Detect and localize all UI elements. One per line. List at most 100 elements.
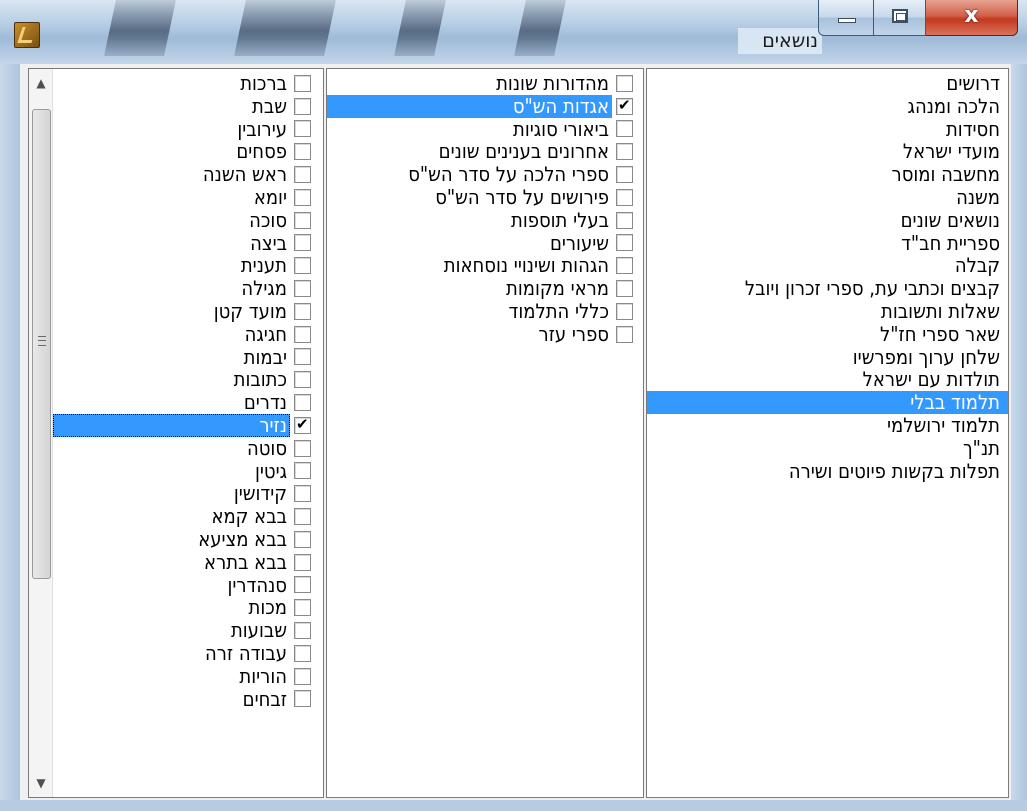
tractate-item[interactable]: עבודה זרה — [53, 642, 311, 665]
tractate-item[interactable]: ראש השנה — [53, 163, 311, 186]
checkbox[interactable] — [616, 120, 633, 138]
checkbox[interactable] — [294, 462, 311, 480]
topic-list-item[interactable]: תולדות עם ישראל — [647, 368, 1008, 391]
topic-list-item[interactable]: ספריית חב"ד — [647, 231, 1008, 255]
tractate-item[interactable]: יבמות — [53, 345, 311, 369]
tractate-item[interactable]: סוכה — [53, 208, 311, 232]
checkbox[interactable] — [294, 97, 311, 115]
tractate-item[interactable]: ביצה — [53, 231, 311, 255]
title-bar[interactable]: נושאים x — [0, 0, 1027, 64]
tractate-item[interactable]: מועד קטן — [53, 300, 311, 323]
book-app-icon[interactable] — [14, 22, 40, 48]
checkbox[interactable] — [294, 667, 311, 685]
checkbox[interactable] — [294, 120, 311, 138]
subtopic-item[interactable]: ספרי עזר — [327, 322, 633, 346]
topic-list-item[interactable]: משנה — [647, 186, 1008, 209]
topic-list-item[interactable]: שאר ספרי חז"ל — [647, 322, 1008, 346]
checkbox[interactable] — [294, 622, 311, 640]
tractate-item[interactable]: הוריות — [53, 664, 311, 688]
checkbox[interactable] — [616, 325, 633, 343]
tractate-item[interactable]: נדרים — [53, 391, 311, 414]
checkbox[interactable] — [294, 302, 311, 320]
topic-list-item[interactable]: תלמוד בבלי — [647, 391, 1008, 414]
checkbox[interactable] — [616, 211, 633, 229]
topic-list-item[interactable]: נושאים שונים — [647, 208, 1008, 232]
checkbox[interactable] — [294, 348, 311, 366]
checkbox[interactable] — [294, 439, 311, 457]
tractate-item[interactable]: פסחים — [53, 140, 311, 163]
topic-list-item[interactable]: מועדי ישראל — [647, 140, 1008, 163]
tractate-item[interactable]: גיטין — [53, 459, 311, 483]
scroll-down-arrow-icon[interactable]: ▼ — [29, 771, 53, 795]
tractate-item[interactable]: מכות — [53, 596, 311, 619]
checkbox[interactable] — [616, 188, 633, 206]
checkbox[interactable] — [294, 508, 311, 526]
tractate-item[interactable]: סוטה — [53, 436, 311, 460]
tractate-item[interactable]: כתובות — [53, 368, 311, 391]
subtopic-item[interactable]: ספרי הלכה על סדר הש"ס — [327, 163, 633, 186]
tractate-item[interactable]: חגיגה — [53, 322, 311, 346]
checkbox[interactable] — [294, 143, 311, 161]
tractate-item[interactable]: ברכות — [53, 72, 311, 95]
tractate-item[interactable]: שבת — [53, 94, 311, 118]
tractate-item[interactable]: בבא בתרא — [53, 550, 311, 574]
subtopic-item[interactable]: מראי מקומות — [327, 277, 633, 300]
subtopic-item[interactable]: בעלי תוספות — [327, 208, 633, 232]
subtopic-item[interactable]: שיעורים — [327, 231, 633, 255]
subtopic-item[interactable]: אגדות הש"ס — [327, 94, 633, 118]
subtopic-item[interactable]: אחרונים בענינים שונים — [327, 140, 633, 163]
checkbox[interactable] — [616, 166, 633, 184]
subtopic-item[interactable]: ביאורי סוגיות — [327, 117, 633, 141]
tractate-item[interactable]: יומא — [53, 186, 311, 209]
checkbox[interactable] — [294, 234, 311, 252]
subtopic-item[interactable]: כללי התלמוד — [327, 300, 633, 323]
checkbox[interactable] — [294, 394, 311, 412]
topic-list-item[interactable]: הלכה ומנהג — [647, 94, 1008, 118]
subtopic-item[interactable]: הגהות ושינויי נוסחאות — [327, 254, 633, 277]
close-button[interactable]: x — [926, 0, 1018, 36]
maximize-button[interactable] — [874, 0, 926, 36]
checkbox[interactable] — [294, 690, 311, 708]
tractate-item[interactable]: תענית — [53, 254, 311, 277]
checkbox[interactable] — [616, 280, 633, 298]
checkbox[interactable] — [294, 325, 311, 343]
topic-list-item[interactable]: שלחן ערוך ומפרשיו — [647, 345, 1008, 369]
topic-list-item[interactable]: תנ"ך — [647, 436, 1008, 460]
checkbox[interactable] — [294, 371, 311, 389]
tractate-item[interactable]: בבא קמא — [53, 505, 311, 528]
checkbox[interactable] — [294, 257, 311, 275]
tractate-item[interactable]: עירובין — [53, 117, 311, 141]
checkbox[interactable] — [294, 280, 311, 298]
subtopic-item[interactable]: מהדורות שונות — [327, 72, 633, 95]
topics-list[interactable]: דרושים הלכה ומנהג חסידות מועדי ישראל מחשבה ו… — [646, 68, 1009, 798]
checkbox[interactable] — [294, 211, 311, 229]
tractate-item[interactable]: נזיר — [53, 413, 311, 437]
subtopics-checklist[interactable]: מהדורות שונותאגדות הש"סביאורי סוגיותאחרו… — [326, 68, 644, 798]
tractate-item[interactable]: סנהדרין — [53, 573, 311, 597]
checkbox[interactable] — [294, 576, 311, 594]
topic-list-item[interactable]: שאלות ותשובות — [647, 300, 1008, 323]
checkbox[interactable] — [616, 234, 633, 252]
tractates-checklist[interactable]: ▲ ▼ ברכות שבת עירובין פסחים ראש השנה יומא סוכה… — [28, 68, 324, 798]
checkbox[interactable] — [294, 485, 311, 503]
checkbox[interactable] — [294, 553, 311, 571]
minimize-button[interactable] — [818, 0, 874, 36]
checkbox[interactable] — [294, 530, 311, 548]
checkbox[interactable] — [294, 166, 311, 184]
topic-list-item[interactable]: תפלות בקשות פיוטים ושירה — [647, 459, 1008, 483]
tractate-item[interactable]: בבא מציעא — [53, 528, 311, 551]
topic-list-item[interactable]: תלמוד ירושלמי — [647, 414, 1008, 437]
topic-list-item[interactable]: קבצים וכתבי עת, ספרי זכרון ויובל — [647, 277, 1008, 300]
tractate-item[interactable]: שבועות — [53, 619, 311, 642]
checkbox[interactable] — [616, 74, 633, 92]
topic-list-item[interactable]: חסידות — [647, 117, 1008, 141]
checkbox[interactable] — [294, 644, 311, 662]
tractate-item[interactable]: זבחים — [53, 687, 311, 711]
checkbox[interactable] — [294, 74, 311, 92]
topic-list-item[interactable]: קבלה — [647, 254, 1008, 277]
checkbox[interactable] — [616, 257, 633, 275]
tractate-item[interactable]: קידושין — [53, 482, 311, 505]
checkbox[interactable] — [294, 188, 311, 206]
scrollbar-thumb[interactable] — [32, 109, 51, 579]
checkbox-checked[interactable] — [294, 413, 311, 436]
